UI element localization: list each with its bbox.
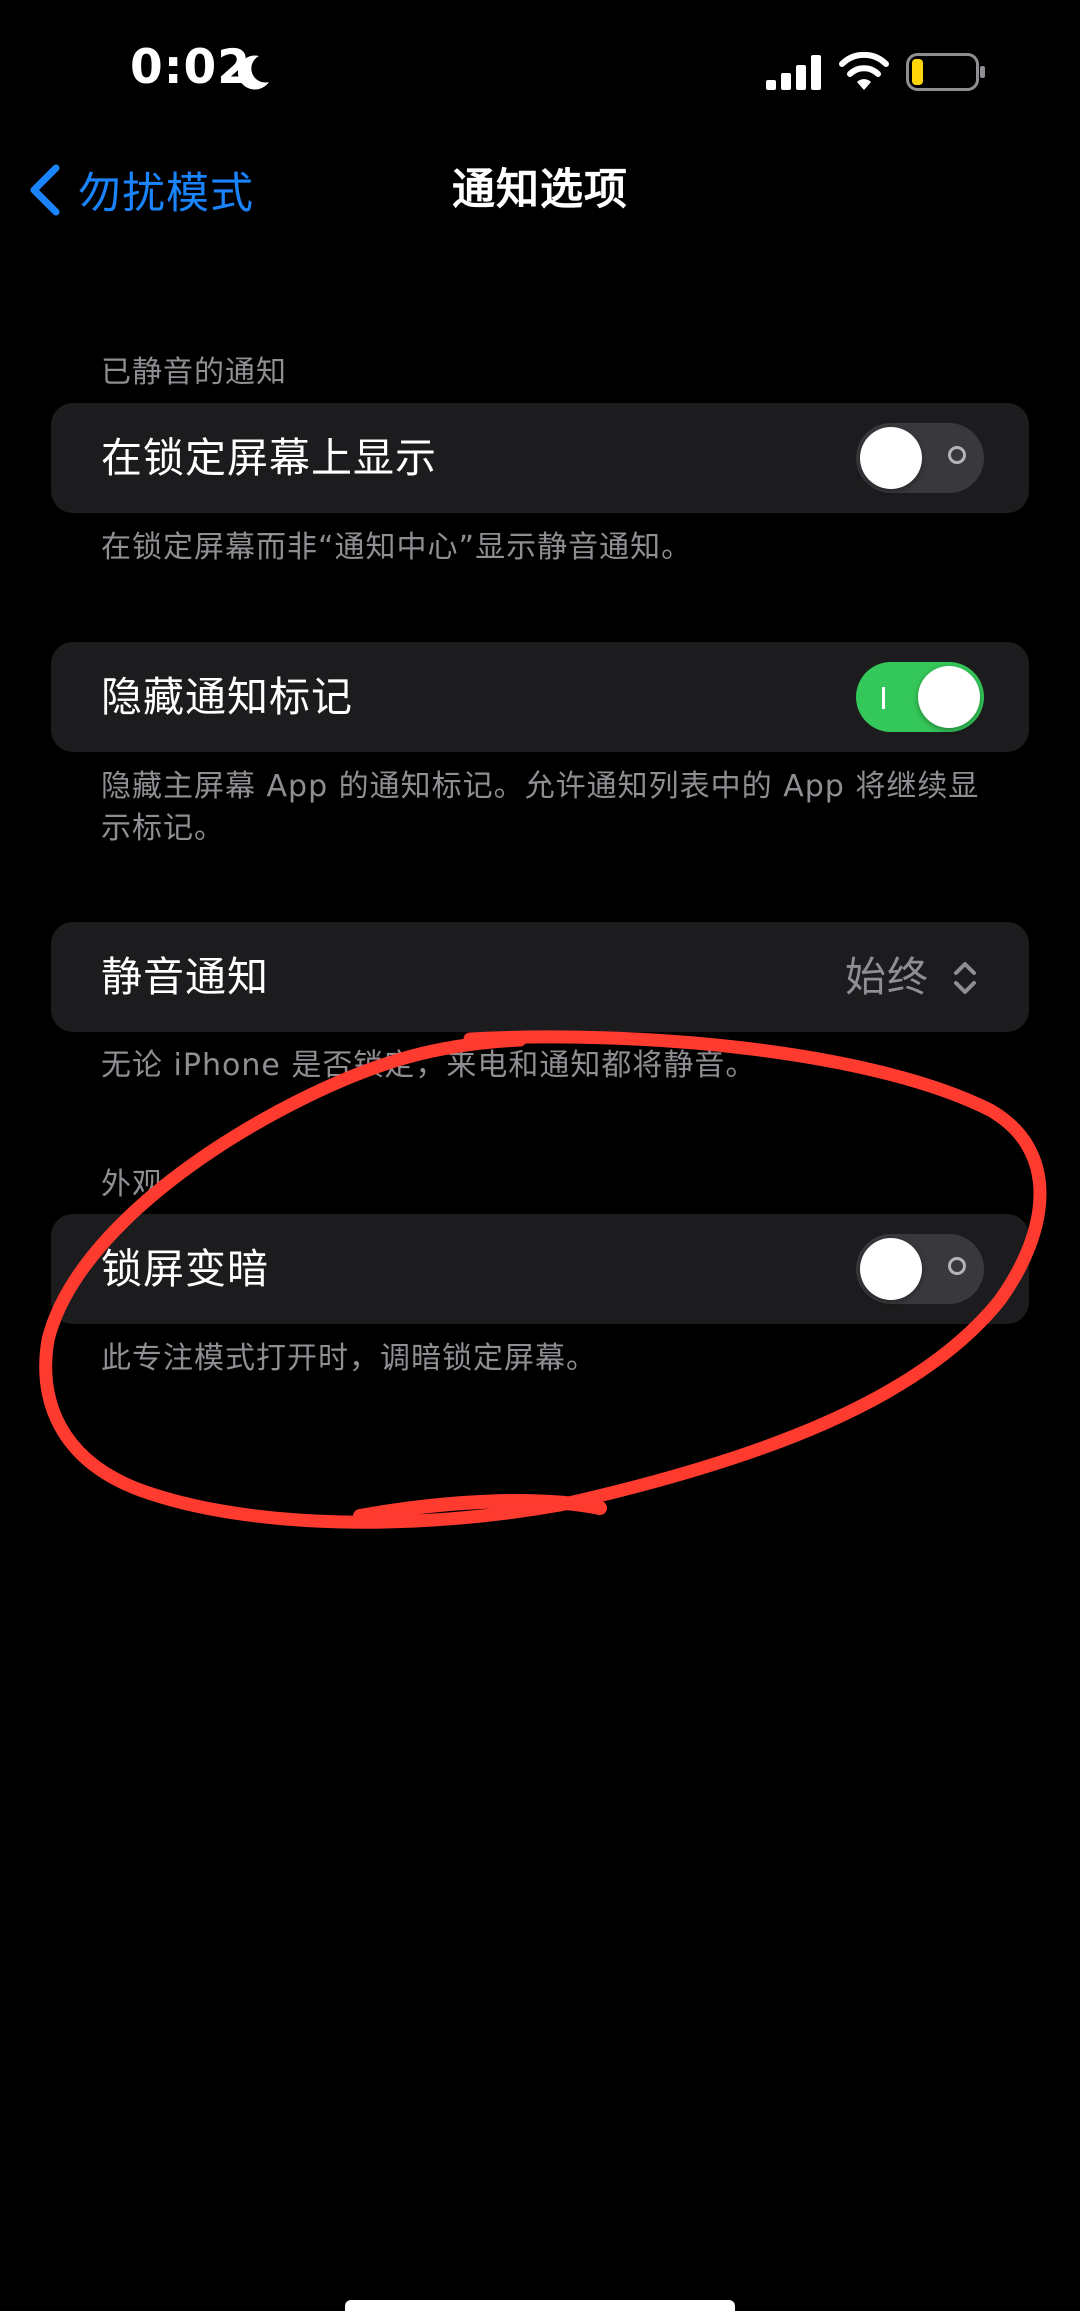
dim-lock-screen-toggle[interactable]	[856, 1234, 984, 1304]
section-header-silenced: 已静音的通知	[101, 355, 287, 390]
wifi-icon	[839, 52, 889, 90]
lock-screen-toggle[interactable]	[856, 423, 984, 493]
hide-badges-label: 隐藏通知标记	[101, 673, 353, 721]
toggle-knob	[860, 427, 922, 489]
hide-badges-cell: 隐藏通知标记	[51, 642, 1029, 752]
toggle-knob	[860, 1238, 922, 1300]
lock-screen-label: 在锁定屏幕上显示	[101, 434, 437, 482]
lock-screen-cell: 在锁定屏幕上显示	[51, 403, 1029, 513]
status-bar: 0:02	[0, 0, 1080, 150]
hide-badges-footnote: 隐藏主屏幕 App 的通知标记。允许通知列表中的 App 将继续显示标记。	[101, 769, 980, 846]
section-header-appearance: 外观	[101, 1167, 163, 1202]
lock-screen-footnote: 在锁定屏幕而非“通知中心”显示静音通知。	[101, 530, 693, 565]
toggle-off-mark	[948, 1257, 966, 1275]
dim-lock-screen-cell: 锁屏变暗	[51, 1214, 1029, 1324]
silence-notifications-footnote: 无论 iPhone 是否锁定，来电和通知都将静音。	[101, 1048, 757, 1083]
hide-badges-toggle[interactable]	[856, 662, 984, 732]
back-label: 勿扰模式	[78, 169, 254, 219]
battery-icon	[906, 53, 985, 91]
signal-icon	[766, 55, 821, 90]
silence-notifications-cell[interactable]: 静音通知 始终	[51, 922, 1029, 1032]
toggle-knob	[918, 666, 980, 728]
home-indicator	[345, 2300, 735, 2311]
toggle-on-mark	[882, 687, 885, 709]
moon-icon	[237, 55, 269, 90]
dim-lock-screen-label: 锁屏变暗	[101, 1245, 269, 1293]
toggle-off-mark	[948, 446, 966, 464]
silence-notifications-label: 静音通知	[101, 953, 269, 1001]
silence-notifications-value[interactable]: 始终	[845, 922, 929, 1032]
chevron-up-down-icon[interactable]	[951, 960, 979, 996]
back-button[interactable]: 勿扰模式	[28, 160, 254, 220]
dim-lock-screen-footnote: 此专注模式打开时，调暗锁定屏幕。	[101, 1341, 597, 1376]
chevron-left-icon	[30, 164, 60, 216]
